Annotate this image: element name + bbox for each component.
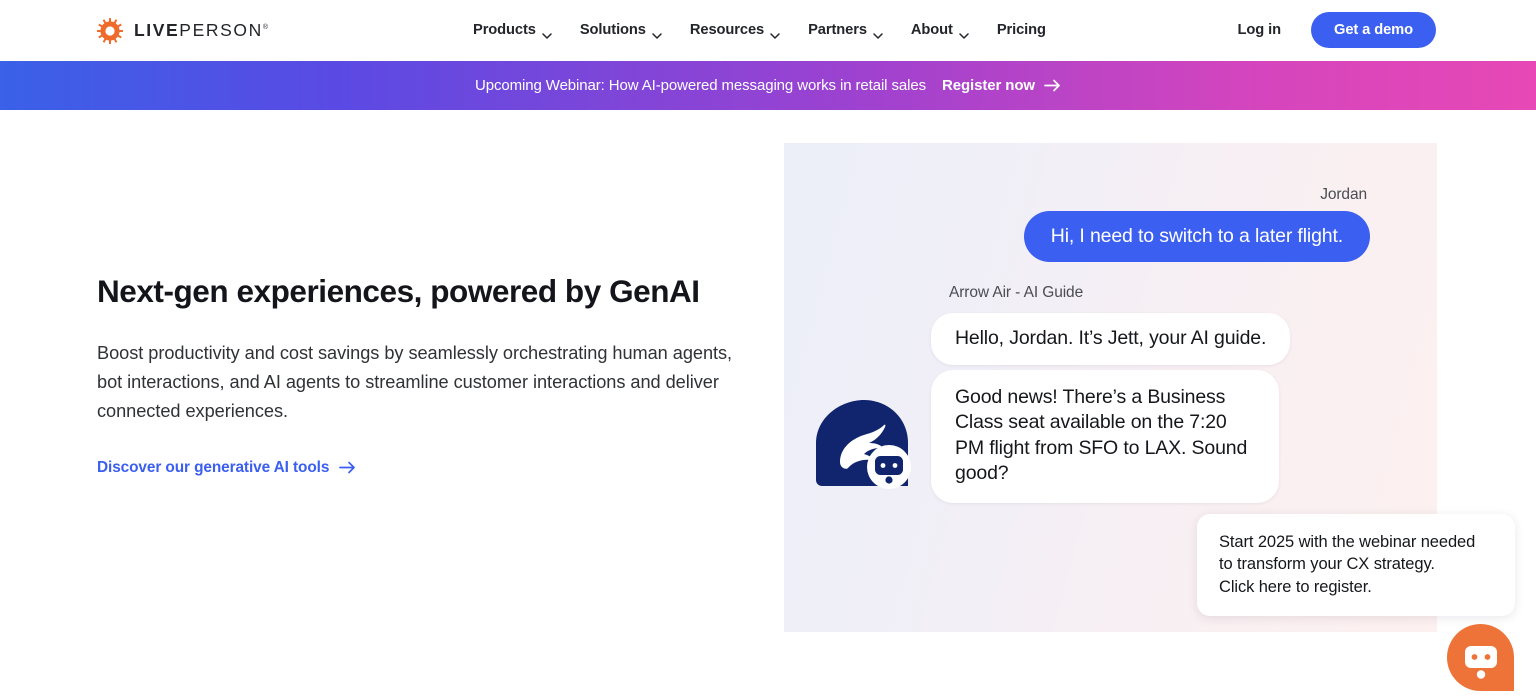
arrow-air-bot-avatar-icon (812, 396, 916, 490)
tooltip-line-3: Click here to register. (1219, 577, 1372, 596)
liveperson-wordmark: LIVEPERSON® (134, 22, 268, 40)
chevron-down-icon (959, 27, 969, 39)
chat-bubble-user: Hi, I need to switch to a later flight. (1023, 211, 1370, 263)
liveperson-sun-icon (97, 18, 123, 44)
nav-label: Resources (689, 22, 765, 38)
chat-sender-agent: Arrow Air - AI Guide (949, 284, 1084, 301)
site-header: LIVEPERSON® Products Solutions Resources… (0, 0, 1536, 60)
chevron-down-icon (542, 27, 552, 39)
hero-link-label: Discover our generative AI tools (97, 458, 330, 476)
nav-item-solutions[interactable]: Solutions (579, 22, 677, 39)
login-link[interactable]: Log in (1238, 22, 1282, 38)
register-now-link[interactable]: Register now (942, 77, 1061, 94)
main-navigation: Products Solutions Resources Partners Ab… (473, 0, 1046, 60)
get-a-demo-button[interactable]: Get a demo (1311, 12, 1436, 48)
tooltip-line-2: to transform your CX strategy. (1219, 555, 1435, 574)
webinar-tooltip[interactable]: Start 2025 with the webinar needed to tr… (1197, 514, 1515, 617)
discover-generative-ai-tools-link[interactable]: Discover our generative AI tools (97, 459, 356, 477)
hero-content: Next-gen experiences, powered by GenAI B… (97, 272, 757, 477)
nav-item-about[interactable]: About (910, 22, 984, 39)
chevron-down-icon (770, 27, 780, 39)
chat-bot-icon[interactable] (1445, 622, 1516, 693)
nav-label: About (910, 22, 953, 38)
nav-item-resources[interactable]: Resources (689, 22, 795, 39)
chevron-down-icon (652, 27, 662, 39)
logo-text-regular: PERSON (179, 20, 263, 41)
chat-bubble-agent-2: Good news! There’s a Business Class seat… (931, 370, 1279, 504)
hero-description: Boost productivity and cost savings by s… (97, 343, 733, 421)
chevron-down-icon (873, 27, 883, 39)
arrow-right-icon (1044, 79, 1061, 92)
banner-text: Upcoming Webinar: How AI-powered messagi… (474, 77, 927, 94)
tooltip-line-1: Start 2025 with the webinar needed (1219, 533, 1476, 551)
chat-demo-panel: Jordan Hi, I need to switch to a later f… (784, 143, 1515, 632)
nav-label: Partners (808, 22, 867, 38)
nav-item-products[interactable]: Products (473, 22, 567, 39)
chat-sender-user: Jordan (1320, 186, 1367, 203)
logo-text-bold: LIVE (134, 20, 180, 41)
nav-item-pricing[interactable]: Pricing (997, 22, 1046, 38)
header-actions: Log in Get a demo (1238, 0, 1536, 60)
promo-banner[interactable]: Upcoming Webinar: How AI-powered messagi… (0, 61, 1536, 110)
nav-label: Solutions (579, 22, 646, 38)
page-title: Next-gen experiences, powered by GenAI (97, 273, 700, 309)
logo-trademark: ® (262, 24, 268, 32)
arrow-right-icon (339, 461, 356, 474)
nav-label: Products (473, 22, 536, 38)
nav-item-partners[interactable]: Partners (808, 22, 898, 39)
chat-bubble-agent-1: Hello, Jordan. It’s Jett, your AI guide. (931, 313, 1291, 365)
liveperson-logo[interactable]: LIVEPERSON® (97, 18, 268, 44)
register-now-label: Register now (942, 77, 1035, 94)
nav-label: Pricing (996, 22, 1046, 38)
